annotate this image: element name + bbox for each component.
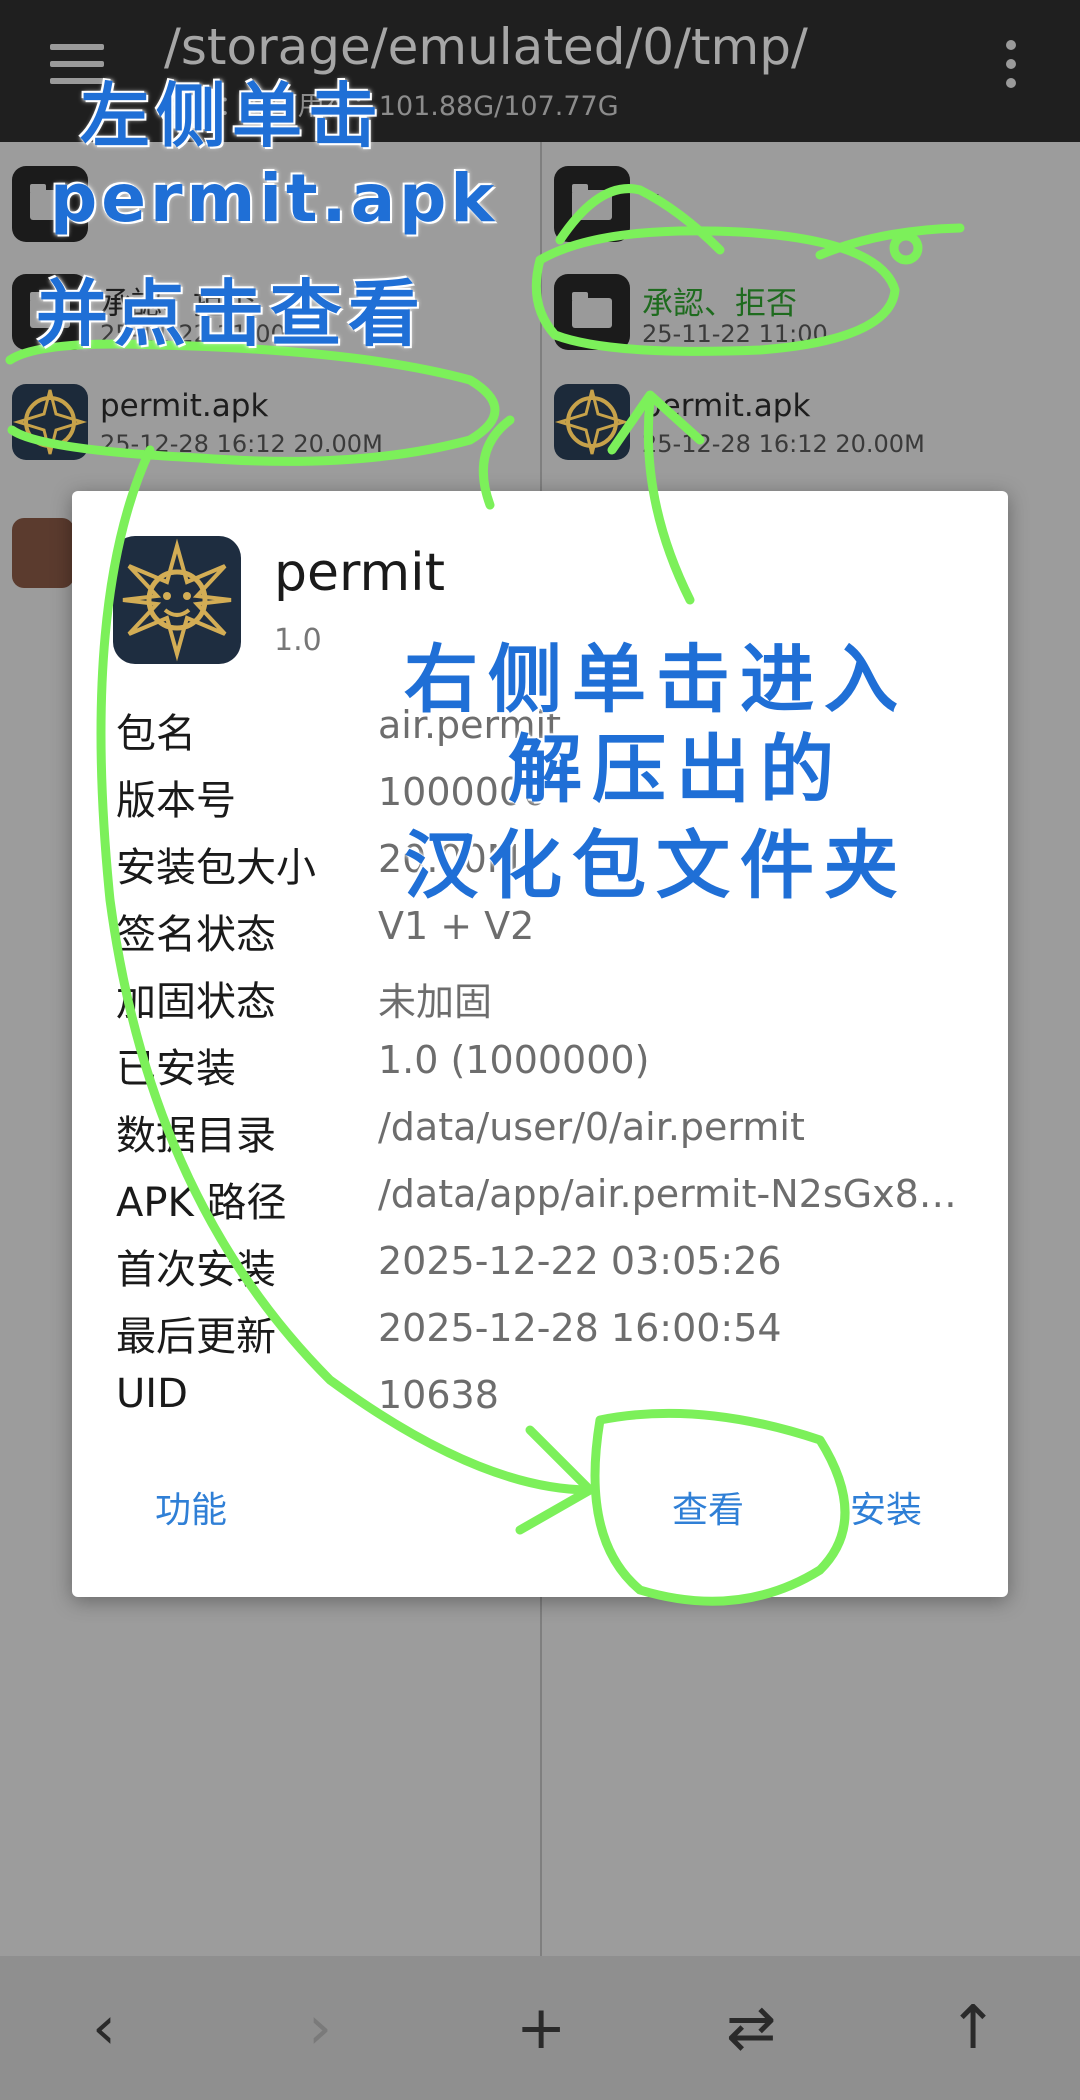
install-button[interactable]: 安装 bbox=[850, 1481, 922, 1533]
archive-icon bbox=[12, 518, 74, 588]
list-item[interactable]: permit.apk 25-12-28 16:12 20.00M bbox=[0, 370, 540, 470]
app-icon bbox=[113, 536, 241, 664]
annotation-left-2: permit.apk bbox=[50, 160, 499, 237]
bottom-toolbar: ‹ › + ⇄ ↑ bbox=[0, 1956, 1080, 2100]
functions-button[interactable]: 功能 bbox=[155, 1481, 227, 1533]
file-name: permit.apk bbox=[100, 388, 269, 424]
chevron-right-icon[interactable]: › bbox=[308, 1992, 332, 2064]
file-name: .. bbox=[642, 170, 662, 206]
file-name: 承認、拒否 bbox=[642, 286, 797, 322]
list-item[interactable]: .. bbox=[542, 152, 1080, 252]
file-meta: 25-11-22 11:00 bbox=[642, 320, 828, 348]
app-name: permit bbox=[274, 543, 445, 603]
folder-icon bbox=[554, 166, 630, 242]
apk-icon bbox=[554, 384, 630, 460]
chevron-left-icon[interactable]: ‹ bbox=[92, 1992, 116, 2064]
annotation-right-3: 汉化包文件夹 bbox=[404, 823, 908, 909]
annotation-left-1: 左侧单击 bbox=[80, 75, 384, 157]
file-name: permit.apk bbox=[642, 388, 811, 424]
list-item[interactable]: permit.apk 25-12-28 16:12 20.00M bbox=[542, 370, 1080, 470]
view-button[interactable]: 查看 bbox=[672, 1481, 744, 1533]
list-item[interactable]: 承認、拒否 25-11-22 11:00 bbox=[542, 260, 1080, 360]
annotation-left-3: 并点击查看 bbox=[36, 272, 427, 356]
file-meta: 25-12-28 16:12 20.00M bbox=[100, 430, 383, 458]
swap-icon[interactable]: ⇄ bbox=[726, 1992, 776, 2064]
arrow-up-icon[interactable]: ↑ bbox=[948, 1992, 998, 2064]
file-meta: 25-12-28 16:12 20.00M bbox=[642, 430, 925, 458]
app-version: 1.0 bbox=[274, 623, 322, 658]
folder-icon bbox=[554, 274, 630, 350]
plus-icon[interactable]: + bbox=[516, 1992, 566, 2064]
annotation-right-2: 解压出的 bbox=[508, 727, 844, 813]
apk-icon bbox=[12, 384, 88, 460]
more-options-icon[interactable] bbox=[1004, 40, 1018, 92]
